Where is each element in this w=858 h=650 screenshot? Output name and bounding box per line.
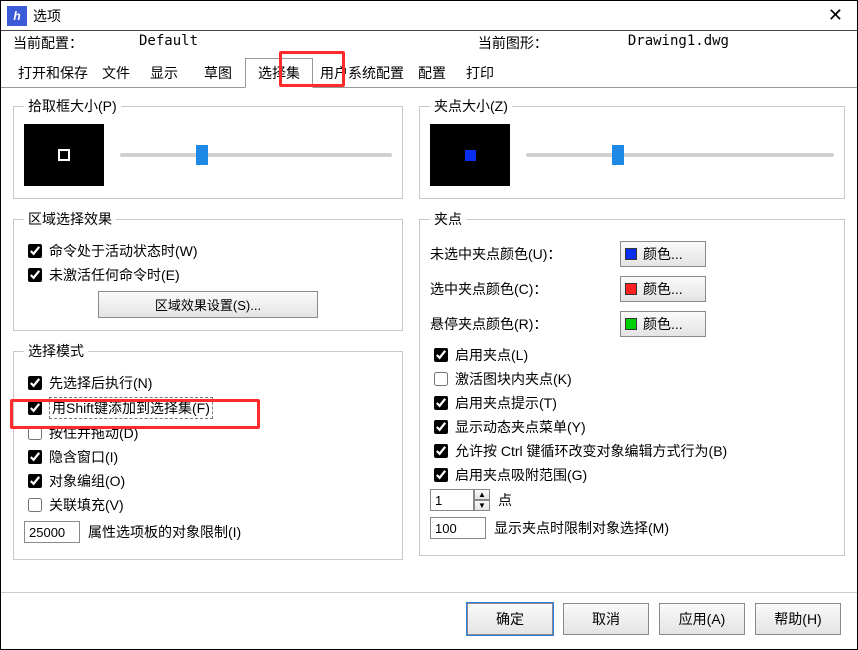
label-grips-in-blocks: 激活图块内夹点(K) bbox=[455, 369, 572, 389]
pickbox-square-icon bbox=[58, 149, 70, 161]
region-effect-legend: 区域选择效果 bbox=[24, 209, 116, 229]
checkbox-cmd-active[interactable] bbox=[28, 244, 42, 258]
label-hover-grip-color: 悬停夹点颜色(R)： bbox=[430, 314, 610, 334]
label-shift-add: 用Shift键添加到选择集(F) bbox=[49, 397, 213, 419]
checkbox-ctrl-cycle[interactable] bbox=[434, 444, 448, 458]
gripsize-legend: 夹点大小(Z) bbox=[430, 96, 512, 116]
checkbox-grip-snap[interactable] bbox=[434, 468, 448, 482]
region-effect-settings-button[interactable]: 区域效果设置(S)... bbox=[98, 291, 318, 318]
checkbox-shift-add[interactable] bbox=[28, 401, 42, 415]
input-grip-snap-range[interactable] bbox=[430, 489, 474, 511]
checkbox-assoc-hatch[interactable] bbox=[28, 498, 42, 512]
label-press-drag: 按住并拖动(D) bbox=[49, 423, 138, 443]
swatch-selected bbox=[625, 283, 637, 295]
app-icon: h bbox=[7, 6, 27, 26]
input-palette-limit[interactable] bbox=[24, 521, 80, 543]
checkbox-noun-verb[interactable] bbox=[28, 376, 42, 390]
titlebar: h 选项 ✕ bbox=[1, 1, 857, 31]
tab-bar: 打开和保存 文件 显示 草图 选择集 用户系统配置 配置 打印 bbox=[1, 57, 857, 88]
pickbox-size-slider[interactable] bbox=[120, 153, 392, 157]
label-no-cmd-active: 未激活任何命令时(E) bbox=[49, 265, 180, 285]
checkbox-implied-window[interactable] bbox=[28, 450, 42, 464]
apply-button[interactable]: 应用(A) bbox=[659, 603, 745, 635]
label-unselected-grip-color: 未选中夹点颜色(U)： bbox=[430, 244, 610, 264]
checkbox-object-group[interactable] bbox=[28, 474, 42, 488]
tab-draft[interactable]: 草图 bbox=[191, 58, 245, 88]
cancel-button[interactable]: 取消 bbox=[563, 603, 649, 635]
current-drawing-value: Drawing1.dwg bbox=[628, 33, 729, 53]
gripsize-slider[interactable] bbox=[526, 153, 834, 157]
swatch-hover bbox=[625, 318, 637, 330]
checkbox-press-drag[interactable] bbox=[28, 426, 42, 440]
label-enable-grips: 启用夹点(L) bbox=[455, 345, 528, 365]
tab-file[interactable]: 文件 bbox=[95, 58, 137, 88]
grips-legend: 夹点 bbox=[430, 209, 466, 229]
unselected-grip-color-button[interactable]: 颜色... bbox=[620, 241, 706, 267]
select-mode-legend: 选择模式 bbox=[24, 341, 88, 361]
hover-grip-color-button[interactable]: 颜色... bbox=[620, 311, 706, 337]
tab-profiles[interactable]: 配置 bbox=[411, 58, 453, 88]
label-cmd-active: 命令处于活动状态时(W) bbox=[49, 241, 198, 261]
gripsize-preview bbox=[430, 124, 510, 186]
label-ctrl-cycle: 允许按 Ctrl 键循环改变对象编辑方式行为(B) bbox=[455, 441, 727, 461]
swatch-unselected bbox=[625, 248, 637, 260]
label-implied-window: 隐含窗口(I) bbox=[49, 447, 118, 467]
label-assoc-hatch: 关联填充(V) bbox=[49, 495, 124, 515]
tab-selection[interactable]: 选择集 bbox=[245, 58, 313, 88]
tab-open-save[interactable]: 打开和保存 bbox=[11, 58, 95, 88]
label-grip-snap: 启用夹点吸附范围(G) bbox=[455, 465, 587, 485]
grip-snap-range-spin[interactable]: ▲ ▼ bbox=[430, 489, 490, 511]
ok-button[interactable]: 确定 bbox=[467, 603, 553, 635]
label-dyn-grip-menu: 显示动态夹点菜单(Y) bbox=[455, 417, 586, 437]
tab-print[interactable]: 打印 bbox=[453, 58, 507, 88]
label-palette-limit: 属性选项板的对象限制(I) bbox=[88, 522, 241, 542]
tab-display[interactable]: 显示 bbox=[137, 58, 191, 88]
checkbox-grips-in-blocks[interactable] bbox=[434, 372, 448, 386]
label-spin-unit: 点 bbox=[498, 490, 512, 510]
current-drawing-label: 当前图形： bbox=[478, 33, 548, 53]
close-icon[interactable]: ✕ bbox=[820, 5, 851, 26]
gripsize-group: 夹点大小(Z) bbox=[419, 96, 845, 199]
label-selected-grip-color: 选中夹点颜色(C)： bbox=[430, 279, 610, 299]
select-mode-group: 选择模式 先选择后执行(N) 用Shift键添加到选择集(F) 按住并拖动(D)… bbox=[13, 341, 403, 560]
region-effect-group: 区域选择效果 命令处于活动状态时(W) 未激活任何命令时(E) 区域效果设置(S… bbox=[13, 209, 403, 331]
pickbox-preview bbox=[24, 124, 104, 186]
label-object-group: 对象编组(O) bbox=[49, 471, 125, 491]
label-grip-tips: 启用夹点提示(T) bbox=[455, 393, 557, 413]
checkbox-no-cmd-active[interactable] bbox=[28, 268, 42, 282]
grips-group: 夹点 未选中夹点颜色(U)： 颜色... 选中夹点颜色(C)： 颜色.. bbox=[419, 209, 845, 556]
current-config-value: Default bbox=[139, 33, 198, 53]
grip-square-icon bbox=[465, 150, 476, 161]
spin-up-icon[interactable]: ▲ bbox=[474, 489, 490, 500]
input-grip-object-limit[interactable] bbox=[430, 517, 486, 539]
current-config-label: 当前配置： bbox=[13, 33, 83, 53]
tab-user-pref[interactable]: 用户系统配置 bbox=[313, 58, 411, 88]
label-noun-verb: 先选择后执行(N) bbox=[49, 373, 152, 393]
config-info-row: 当前配置： Default 当前图形： Drawing1.dwg bbox=[1, 31, 857, 57]
label-grip-object-limit: 显示夹点时限制对象选择(M) bbox=[494, 518, 669, 538]
checkbox-grip-tips[interactable] bbox=[434, 396, 448, 410]
selected-grip-color-button[interactable]: 颜色... bbox=[620, 276, 706, 302]
checkbox-enable-grips[interactable] bbox=[434, 348, 448, 362]
options-dialog: h 选项 ✕ 当前配置： Default 当前图形： Drawing1.dwg … bbox=[0, 0, 858, 650]
checkbox-dyn-grip-menu[interactable] bbox=[434, 420, 448, 434]
dialog-button-bar: 确定 取消 应用(A) 帮助(H) bbox=[1, 592, 857, 649]
help-button[interactable]: 帮助(H) bbox=[755, 603, 841, 635]
window-title: 选项 bbox=[33, 6, 820, 26]
pickbox-size-legend: 拾取框大小(P) bbox=[24, 96, 121, 116]
spin-down-icon[interactable]: ▼ bbox=[474, 500, 490, 511]
pickbox-size-group: 拾取框大小(P) bbox=[13, 96, 403, 199]
